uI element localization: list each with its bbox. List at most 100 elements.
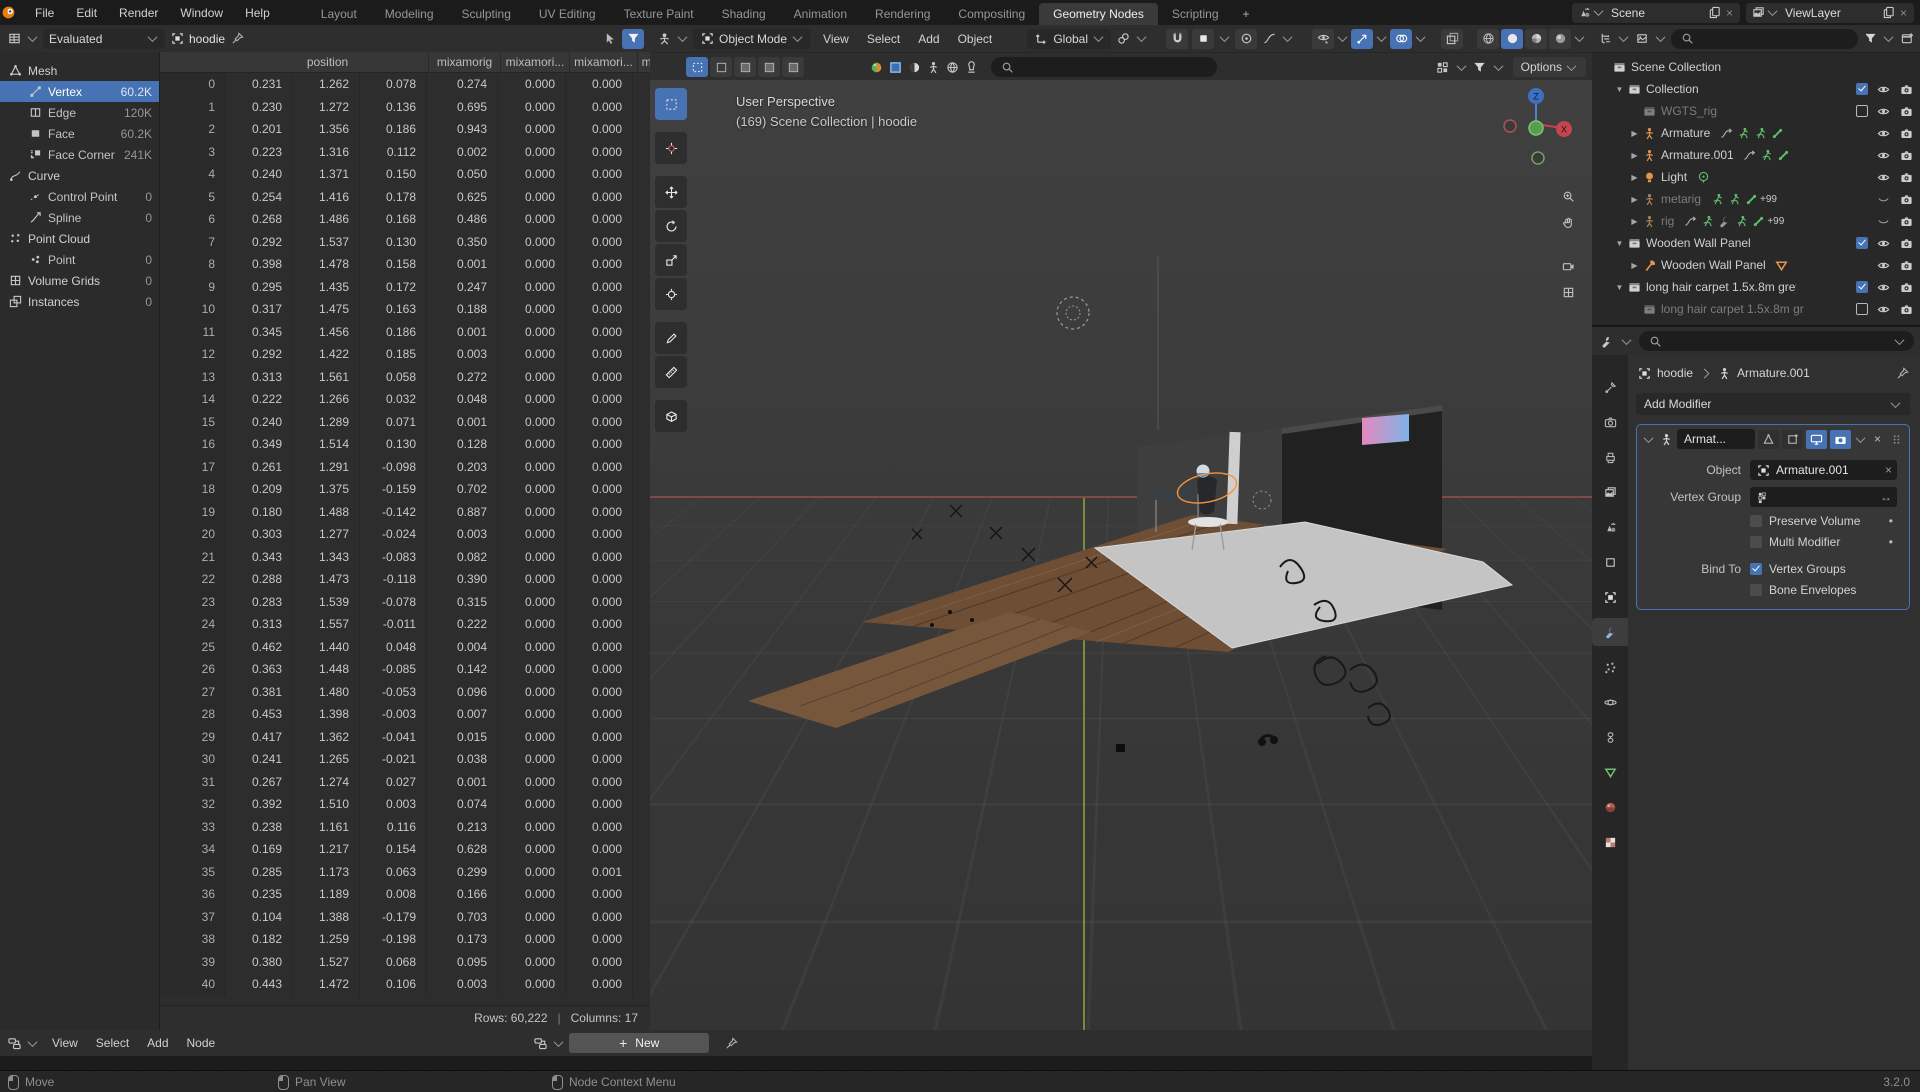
add-workspace-button[interactable]: + — [1233, 3, 1260, 25]
viewport-menu-select[interactable]: Select — [858, 32, 909, 46]
outliner-row-light[interactable]: ▶Light — [1592, 166, 1920, 188]
eye-icon[interactable] — [1875, 147, 1891, 163]
outliner-editor-type-icon[interactable] — [1597, 31, 1613, 47]
table-row[interactable]: 330.2381.1610.1160.2130.0000.000 — [160, 816, 650, 839]
viewport-menu-add[interactable]: Add — [909, 32, 948, 46]
camera-toggle-icon[interactable] — [1898, 235, 1914, 251]
camera-toggle-icon[interactable] — [1898, 279, 1914, 295]
camera-toggle-icon[interactable] — [1898, 191, 1914, 207]
select-mode-lasso-button[interactable] — [758, 57, 780, 77]
preserve-volume-checkbox[interactable] — [1750, 515, 1762, 527]
expander-icon[interactable]: ▼ — [1613, 85, 1626, 94]
table-row[interactable]: 60.2681.4860.1680.4860.0000.000 — [160, 208, 650, 231]
move-tool[interactable] — [655, 176, 687, 208]
properties-tab-object[interactable] — [1592, 583, 1628, 611]
properties-tab-tool[interactable] — [1592, 373, 1628, 401]
select-mode-tweak-button[interactable] — [686, 57, 708, 77]
expander-icon[interactable]: ▶ — [1628, 129, 1641, 138]
workspace-tab-geometry-nodes[interactable]: Geometry Nodes — [1039, 3, 1158, 25]
table-row[interactable]: 180.2091.375-0.1590.7020.0000.000 — [160, 478, 650, 501]
expander-icon[interactable]: ▶ — [1628, 151, 1641, 160]
table-row[interactable]: 190.1801.488-0.1420.8870.0000.000 — [160, 501, 650, 524]
column-header-mixamori-[interactable]: mixamori... — [501, 52, 570, 72]
properties-tab-modifiers[interactable] — [1592, 618, 1628, 646]
shading-rendered-button[interactable] — [1549, 29, 1571, 49]
menu-file[interactable]: File — [24, 6, 65, 20]
column-header-mixamorig[interactable]: mixamorig — [429, 52, 501, 72]
data-source-group-instances[interactable]: Instances0 — [0, 291, 159, 312]
drag-handle-icon[interactable] — [1888, 431, 1904, 447]
node-menu-node[interactable]: Node — [178, 1036, 225, 1050]
table-row[interactable]: 150.2401.2890.0710.0010.0000.000 — [160, 411, 650, 434]
table-row[interactable]: 320.3921.5100.0030.0740.0000.000 — [160, 793, 650, 816]
zoom-icon[interactable] — [1560, 188, 1576, 204]
filter-funnel-icon[interactable] — [1862, 31, 1878, 47]
outliner-row-wooden-wall-panel[interactable]: ▼Wooden Wall Panel — [1592, 232, 1920, 254]
animate-dot[interactable]: • — [1889, 535, 1893, 549]
properties-search[interactable] — [1639, 331, 1914, 351]
table-row[interactable]: 390.3801.5270.0680.0950.0000.000 — [160, 951, 650, 974]
armature-small-icon[interactable] — [925, 59, 941, 75]
dataset-dropdown[interactable]: Evaluated — [43, 29, 165, 49]
new-viewlayer-icon[interactable] — [1881, 5, 1897, 21]
table-row[interactable]: 240.3131.557-0.0110.2220.0000.000 — [160, 613, 650, 636]
menu-help[interactable]: Help — [234, 6, 281, 20]
node-editor-canvas[interactable] — [0, 1057, 1592, 1070]
data-source-item-edge[interactable]: Edge120K — [0, 102, 159, 123]
select-mode-box-button[interactable] — [710, 57, 732, 77]
falloff-curve-icon[interactable] — [1261, 31, 1277, 47]
table-row[interactable]: 380.1821.259-0.1980.1730.0000.000 — [160, 928, 650, 951]
shading-material-button[interactable] — [1525, 29, 1547, 49]
table-row[interactable]: 120.2921.4220.1850.0030.0000.000 — [160, 343, 650, 366]
selection-filter-arrow-icon[interactable] — [602, 31, 618, 47]
stamp-icon[interactable] — [963, 59, 979, 75]
data-source-item-face[interactable]: Face60.2K — [0, 123, 159, 144]
table-row[interactable]: 130.3131.5610.0580.2720.0000.000 — [160, 366, 650, 389]
data-source-group-point-cloud[interactable]: Point Cloud — [0, 228, 159, 249]
cursor-tool[interactable] — [655, 132, 687, 164]
expander-icon[interactable]: ▼ — [1613, 283, 1626, 292]
data-source-item-vertex[interactable]: Vertex60.2K — [0, 81, 159, 102]
snap-target-button[interactable] — [1192, 29, 1214, 49]
eye-closed-icon[interactable] — [1875, 213, 1891, 229]
viewport-canvas[interactable]: User Perspective (169) Scene Collection … — [650, 80, 1592, 1030]
table-row[interactable]: 340.1691.2170.1540.6280.0000.000 — [160, 838, 650, 861]
scale-tool[interactable] — [655, 244, 687, 276]
render-display-toggle[interactable] — [1830, 430, 1851, 449]
select-mode-extend-button[interactable] — [782, 57, 804, 77]
bone-envelopes-checkbox[interactable] — [1750, 584, 1762, 596]
table-row[interactable]: 210.3431.343-0.0830.0820.0000.000 — [160, 546, 650, 569]
eye-icon[interactable] — [1875, 257, 1891, 273]
properties-tab-particles[interactable] — [1592, 653, 1628, 681]
exclude-checkbox[interactable] — [1856, 303, 1868, 315]
exclude-checkbox[interactable] — [1856, 281, 1868, 293]
workspace-tab-sculpting[interactable]: Sculpting — [448, 3, 525, 25]
outliner-row-armature[interactable]: ▶Armature — [1592, 122, 1920, 144]
table-row[interactable]: 300.2411.265-0.0210.0380.0000.000 — [160, 748, 650, 771]
camera-toggle-icon[interactable] — [1898, 81, 1914, 97]
invert-vertex-group-icon[interactable]: ↔ — [1880, 490, 1892, 504]
viewport-display-toggle[interactable] — [1806, 430, 1827, 449]
table-row[interactable]: 400.4431.4720.1060.0030.0000.000 — [160, 973, 650, 996]
vertex-groups-checkbox[interactable] — [1750, 563, 1762, 575]
table-row[interactable]: 270.3811.480-0.0530.0960.0000.000 — [160, 681, 650, 704]
multi-modifier-checkbox[interactable] — [1750, 536, 1762, 548]
edit-mode-display-toggle[interactable] — [1758, 430, 1779, 449]
cage-display-toggle[interactable] — [1782, 430, 1803, 449]
show-overlays-button[interactable] — [1390, 29, 1412, 49]
shading-ball-icon[interactable] — [868, 59, 884, 75]
workspace-tab-texture-paint[interactable]: Texture Paint — [610, 3, 708, 25]
eye-icon[interactable] — [1875, 81, 1891, 97]
camera-toggle-icon[interactable] — [1898, 169, 1914, 185]
table-row[interactable]: 230.2831.539-0.0780.3150.0000.000 — [160, 591, 650, 614]
workspace-tab-layout[interactable]: Layout — [307, 3, 371, 25]
table-row[interactable]: 140.2221.2660.0320.0480.0000.000 — [160, 388, 650, 411]
select-box-tool[interactable] — [655, 88, 687, 120]
outliner-row-wooden-wall-panel[interactable]: ▶Wooden Wall Panel — [1592, 254, 1920, 276]
table-row[interactable]: 50.2541.4160.1780.6250.0000.000 — [160, 186, 650, 209]
table-row[interactable]: 220.2881.473-0.1180.3900.0000.000 — [160, 568, 650, 591]
new-collection-icon[interactable] — [1899, 31, 1915, 47]
scene-selector[interactable]: Scene × — [1572, 3, 1740, 23]
properties-tab-physics[interactable] — [1592, 688, 1628, 716]
workspace-tab-compositing[interactable]: Compositing — [944, 3, 1039, 25]
